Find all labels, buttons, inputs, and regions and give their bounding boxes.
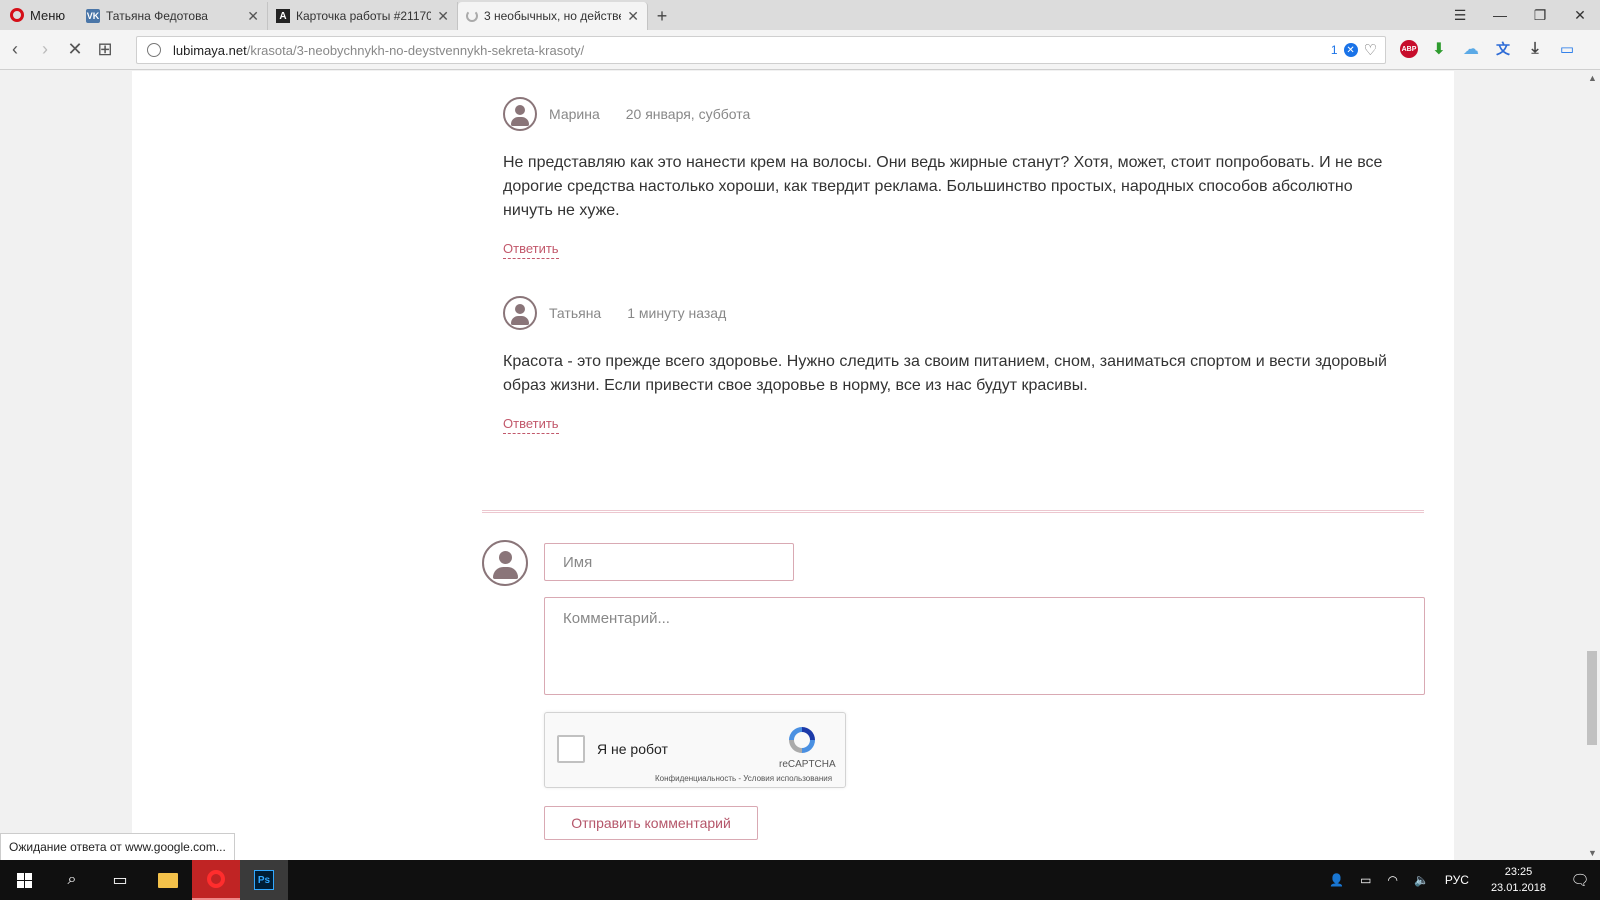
download-master-icon[interactable]: ⬇ [1428,38,1450,60]
opera-logo-icon [10,8,24,22]
heart-icon[interactable]: ♡ [1364,41,1377,59]
close-window-icon[interactable]: ✕ [1560,0,1600,30]
forward-icon[interactable]: › [30,35,60,65]
vk-icon: VK [86,9,100,23]
menu-label: Меню [30,7,66,23]
battery-saver-icon[interactable]: ▭ [1556,38,1578,60]
submit-comment-button[interactable]: Отправить комментарий [544,806,758,840]
reply-link[interactable]: Ответить [503,241,559,259]
comment-textarea[interactable] [544,597,1425,695]
speed-dial-icon[interactable]: ⊞ [90,35,120,65]
page-viewport: Марина 20 января, суббота Не представляю… [0,71,1584,860]
stop-icon[interactable]: ✕ [60,35,90,65]
section-divider [482,510,1424,513]
comment-item: Марина 20 января, суббота Не представляю… [503,97,1403,259]
url-host: lubimaya.net [173,42,247,58]
captcha-label: Я не робот [597,741,668,757]
photoshop-taskbar-button[interactable]: Ps [240,860,288,900]
language-indicator[interactable]: РУС [1437,873,1477,887]
extension-icons: ABP ⬇ ☁ 文 ⤓ ▭ [1400,38,1578,60]
back-icon[interactable]: ‹ [0,35,30,65]
window-controls: ☰ — ❐ ✕ [1440,0,1600,30]
search-icon[interactable]: ⌕ [48,860,96,900]
cloud-icon[interactable]: ☁ [1460,38,1482,60]
comment-author: Марина [549,106,600,122]
notifications-icon[interactable]: 🗨 [1560,871,1600,889]
task-view-icon[interactable]: ▭ [96,860,144,900]
folder-icon [158,872,178,888]
tab-bar: Меню VK Татьяна Федотова ✕ A Карточка ра… [0,0,1600,30]
status-text: Ожидание ответа от www.google.com... [0,833,235,861]
globe-icon [147,43,161,57]
adblock-shield-icon[interactable]: ✕ [1343,43,1358,57]
tab-title: Татьяна Федотова [106,9,208,23]
opera-icon [207,870,225,888]
new-tab-button[interactable]: + [648,2,676,30]
url-path: /krasota/3-neobychnykh-no-deystvennykh-s… [246,42,585,58]
loading-icon [466,10,478,22]
captcha-brand: reCAPTCHA [779,759,836,770]
blocked-count: 1 [1330,43,1338,57]
url-field[interactable]: lubimaya.net/krasota/3-neobychnykh-no-de… [136,36,1386,64]
a-icon: A [276,9,290,23]
taskbar: ⌕ ▭ Ps 👤 ▭ ◠ 🔈 РУС 23:25 23.01.2018 🗨 [0,860,1600,900]
close-icon[interactable]: ✕ [247,8,259,25]
opera-taskbar-button[interactable] [192,860,240,900]
downloads-icon[interactable]: ⤓ [1524,38,1546,60]
system-tray: 👤 ▭ ◠ 🔈 РУС 23:25 23.01.2018 🗨 [1321,860,1600,900]
avatar-icon [503,97,537,131]
battery-icon[interactable]: ▭ [1352,873,1379,887]
name-input[interactable] [544,543,794,581]
comment-text: Не представляю как это нанести крем на в… [503,154,1383,219]
user-avatar-icon [482,540,528,586]
captcha-checkbox[interactable] [557,735,585,763]
scroll-thumb[interactable] [1587,651,1597,745]
page-scrollbar[interactable]: ▲ ▼ [1584,71,1600,860]
tab-menu-icon[interactable]: ☰ [1440,0,1480,30]
reply-link[interactable]: Ответить [503,416,559,434]
captcha-terms-link[interactable]: Конфиденциальность - Условия использован… [655,774,832,783]
comment-item: Татьяна 1 минуту назад Красота - это пре… [503,296,1403,434]
clock-date: 23.01.2018 [1490,882,1546,894]
address-bar: ‹ › ✕ ⊞ lubimaya.net/krasota/3-neobychny… [0,30,1600,70]
tab-article[interactable]: 3 необычных, но действе ✕ [458,2,648,30]
scroll-up-icon[interactable]: ▲ [1588,73,1597,83]
comment-text: Красота - это прежде всего здоровье. Нуж… [503,353,1387,394]
comment-author: Татьяна [549,305,602,321]
opera-menu-button[interactable]: Меню [0,0,78,30]
people-icon[interactable]: 👤 [1321,873,1352,887]
tab-title: Карточка работы #21170 [296,9,432,23]
close-icon[interactable]: ✕ [437,8,449,25]
volume-icon[interactable]: 🔈 [1406,873,1437,887]
photoshop-icon: Ps [254,870,274,890]
adblock-plus-icon[interactable]: ABP [1400,40,1418,58]
clock-time: 23:25 [1504,866,1533,878]
minimize-icon[interactable]: — [1480,0,1520,30]
maximize-icon[interactable]: ❐ [1520,0,1560,30]
avatar-icon [503,296,537,330]
scroll-down-icon[interactable]: ▼ [1588,848,1597,858]
wifi-icon[interactable]: ◠ [1379,873,1405,887]
comment-date: 20 января, суббота [625,106,751,122]
recaptcha-logo-icon [789,727,815,753]
tab-title: 3 необычных, но действе [484,9,622,23]
start-button[interactable] [0,860,48,900]
clock[interactable]: 23:25 23.01.2018 [1477,864,1560,896]
tab-work-card[interactable]: A Карточка работы #21170 ✕ [268,2,458,30]
close-icon[interactable]: ✕ [627,8,639,25]
tab-vk[interactable]: VK Татьяна Федотова ✕ [78,2,268,30]
comment-date: 1 минуту назад [627,305,727,321]
translate-icon[interactable]: 文 [1492,38,1514,60]
windows-icon [16,872,32,888]
recaptcha-widget: Я не робот reCAPTCHA Конфиденциальность … [544,712,846,788]
file-explorer-button[interactable] [144,860,192,900]
